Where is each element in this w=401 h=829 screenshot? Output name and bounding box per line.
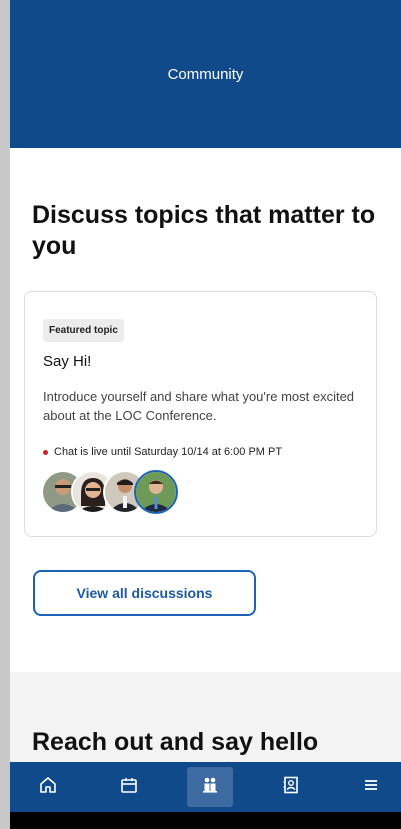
bottom-navigation xyxy=(10,762,401,812)
menu-icon xyxy=(361,775,381,800)
contacts-icon xyxy=(281,775,301,800)
nav-community[interactable] xyxy=(187,767,233,807)
topic-description: Introduce yourself and share what you're… xyxy=(43,389,355,423)
topic-title: Say Hi! xyxy=(43,353,92,370)
featured-topic-card[interactable]: Featured topic Say Hi! Introduce yoursel… xyxy=(24,291,377,537)
view-all-discussions-button[interactable]: View all discussions xyxy=(33,570,256,616)
system-bar xyxy=(10,812,401,829)
nav-schedule[interactable] xyxy=(106,767,152,807)
reach-out-title: Reach out and say hello xyxy=(32,728,319,756)
featured-topic-badge: Featured topic xyxy=(43,319,124,342)
app-screen: Community Discuss topics that matter to … xyxy=(0,0,401,829)
community-icon xyxy=(200,775,220,800)
nav-home[interactable] xyxy=(25,767,71,807)
live-dot-icon xyxy=(43,449,48,455)
calendar-icon xyxy=(119,775,139,800)
discuss-section-title: Discuss topics that matter to you xyxy=(32,201,376,260)
participant-avatars xyxy=(41,470,241,518)
live-status-text: Chat is live until Saturday 10/14 at 6:0… xyxy=(54,446,283,458)
avatar xyxy=(134,470,178,514)
nav-menu[interactable] xyxy=(348,767,394,807)
page-title: Community xyxy=(167,65,244,83)
app-header: Community xyxy=(10,0,401,148)
nav-contacts[interactable] xyxy=(268,767,314,807)
home-icon xyxy=(38,775,58,800)
live-status: Chat is live until Saturday 10/14 at 6:0… xyxy=(43,446,282,458)
